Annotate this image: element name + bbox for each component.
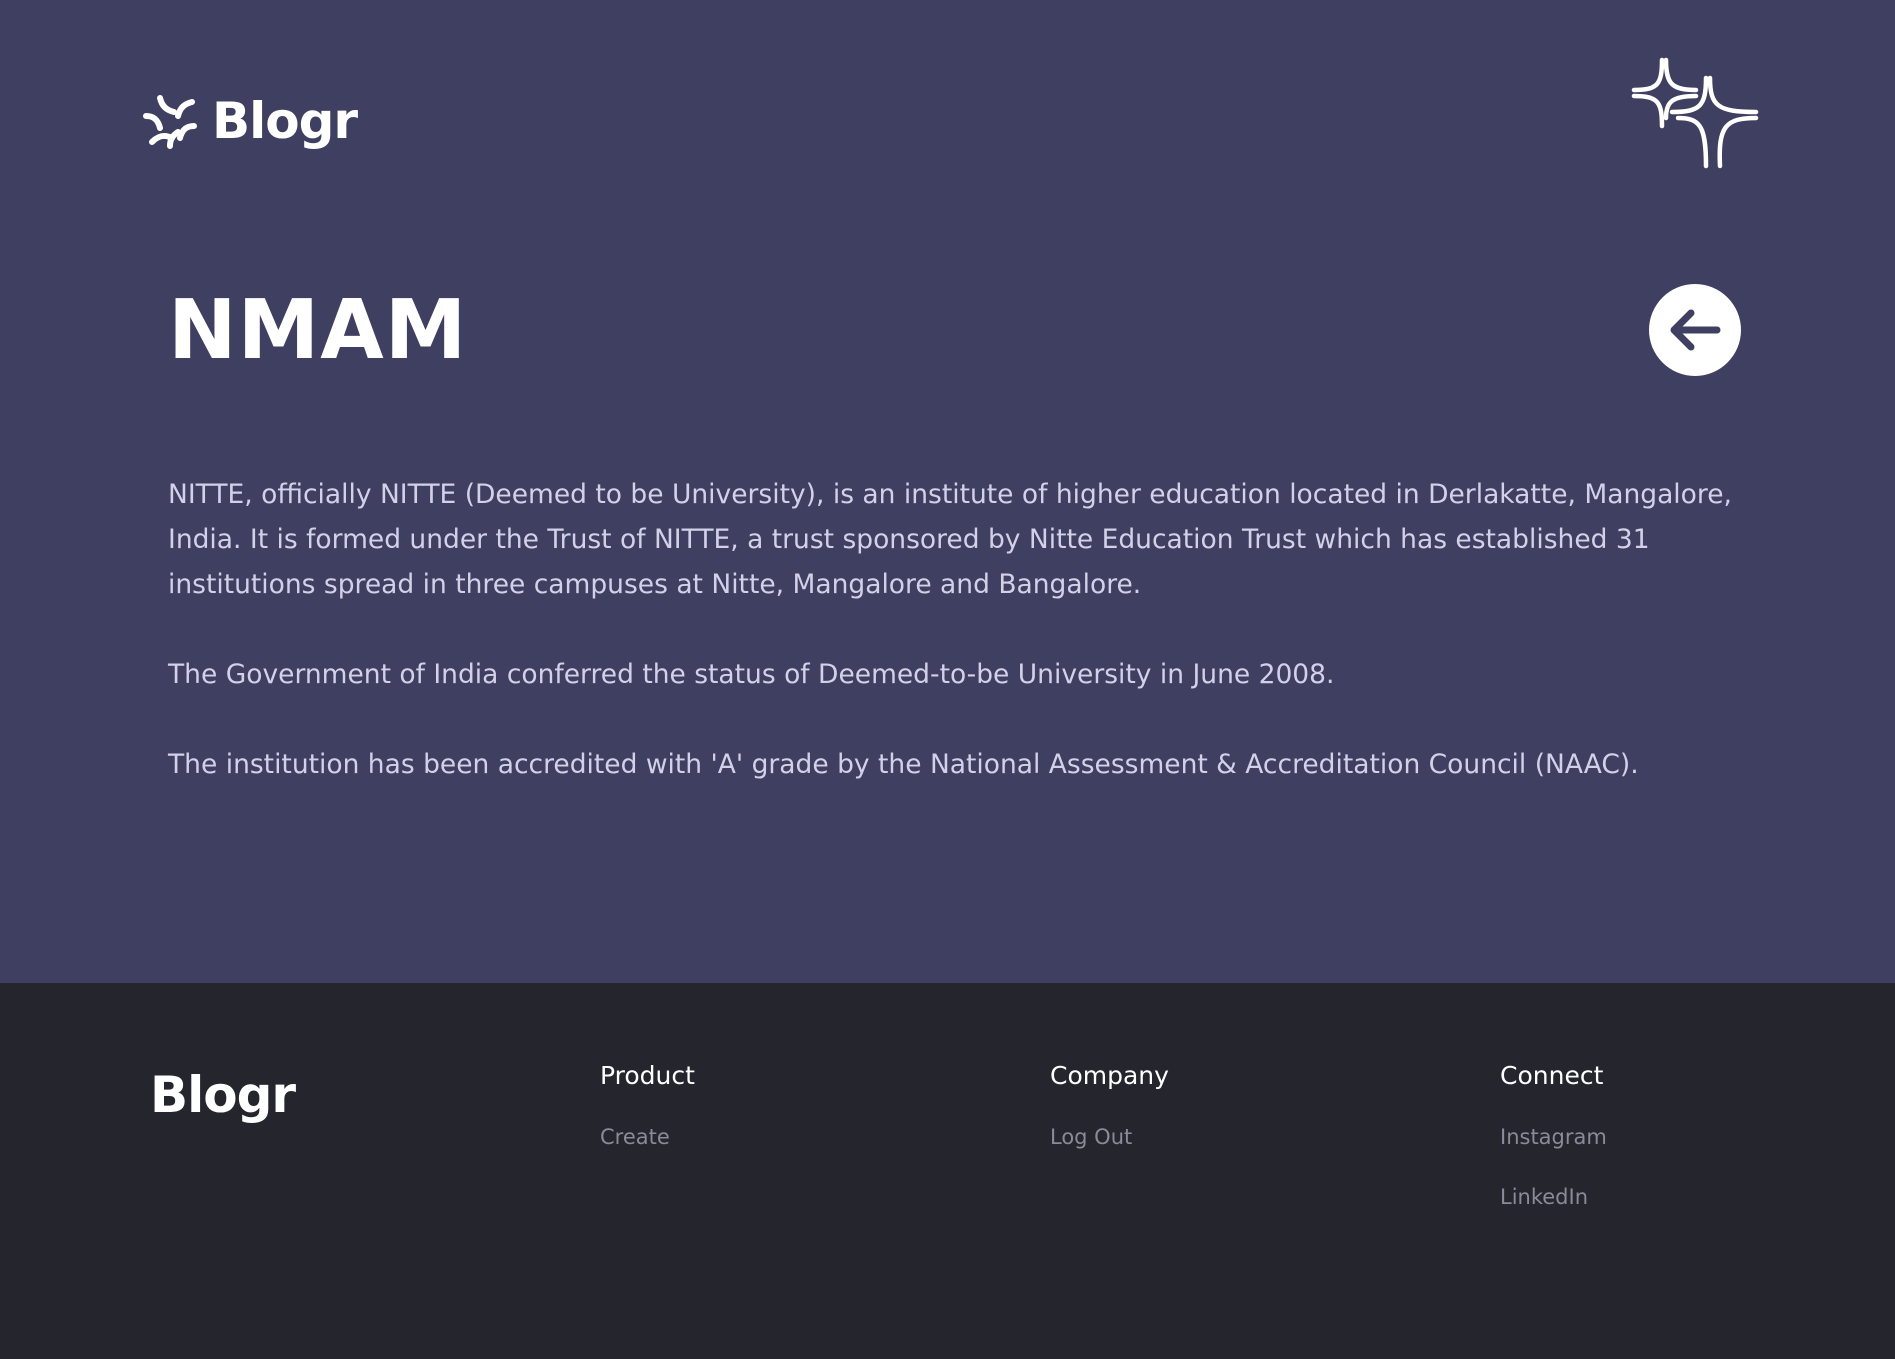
footer-link-log-out[interactable]: Log Out bbox=[1050, 1123, 1169, 1151]
footer-link-linkedin[interactable]: LinkedIn bbox=[1500, 1183, 1607, 1211]
footer-heading-company: Company bbox=[1050, 1061, 1169, 1090]
page-title: NMAM bbox=[168, 283, 468, 378]
logo-burst-icon bbox=[143, 95, 197, 149]
footer-column-connect: Connect Instagram LinkedIn bbox=[1500, 1060, 1607, 1211]
article-body: NITTE, officially NITTE (Deemed to be Un… bbox=[168, 472, 1748, 832]
sparkle-burst-icon bbox=[1631, 57, 1759, 169]
paragraph: The Government of India conferred the st… bbox=[168, 659, 1335, 690]
footer-heading-connect: Connect bbox=[1500, 1061, 1604, 1090]
footer-column-product: Product Create bbox=[600, 1060, 695, 1151]
paragraph: NITTE, officially NITTE (Deemed to be Un… bbox=[168, 479, 1732, 600]
footer-link-create[interactable]: Create bbox=[600, 1123, 695, 1151]
footer-heading-product: Product bbox=[600, 1061, 695, 1090]
paragraph: The institution has been accredited with… bbox=[168, 749, 1639, 780]
footer-logo[interactable]: Blogr bbox=[150, 1070, 296, 1120]
arrow-left-icon bbox=[1670, 309, 1721, 351]
back-button[interactable] bbox=[1649, 284, 1741, 376]
hero-section: Blogr NMAM NITTE, officially NITTE (Deem… bbox=[0, 0, 1895, 983]
footer-link-instagram[interactable]: Instagram bbox=[1500, 1123, 1607, 1151]
footer-column-company: Company Log Out bbox=[1050, 1060, 1169, 1151]
brand-logo[interactable]: Blogr bbox=[142, 92, 358, 150]
menu-button[interactable] bbox=[1628, 56, 1760, 172]
brand-name: Blogr bbox=[212, 92, 358, 150]
